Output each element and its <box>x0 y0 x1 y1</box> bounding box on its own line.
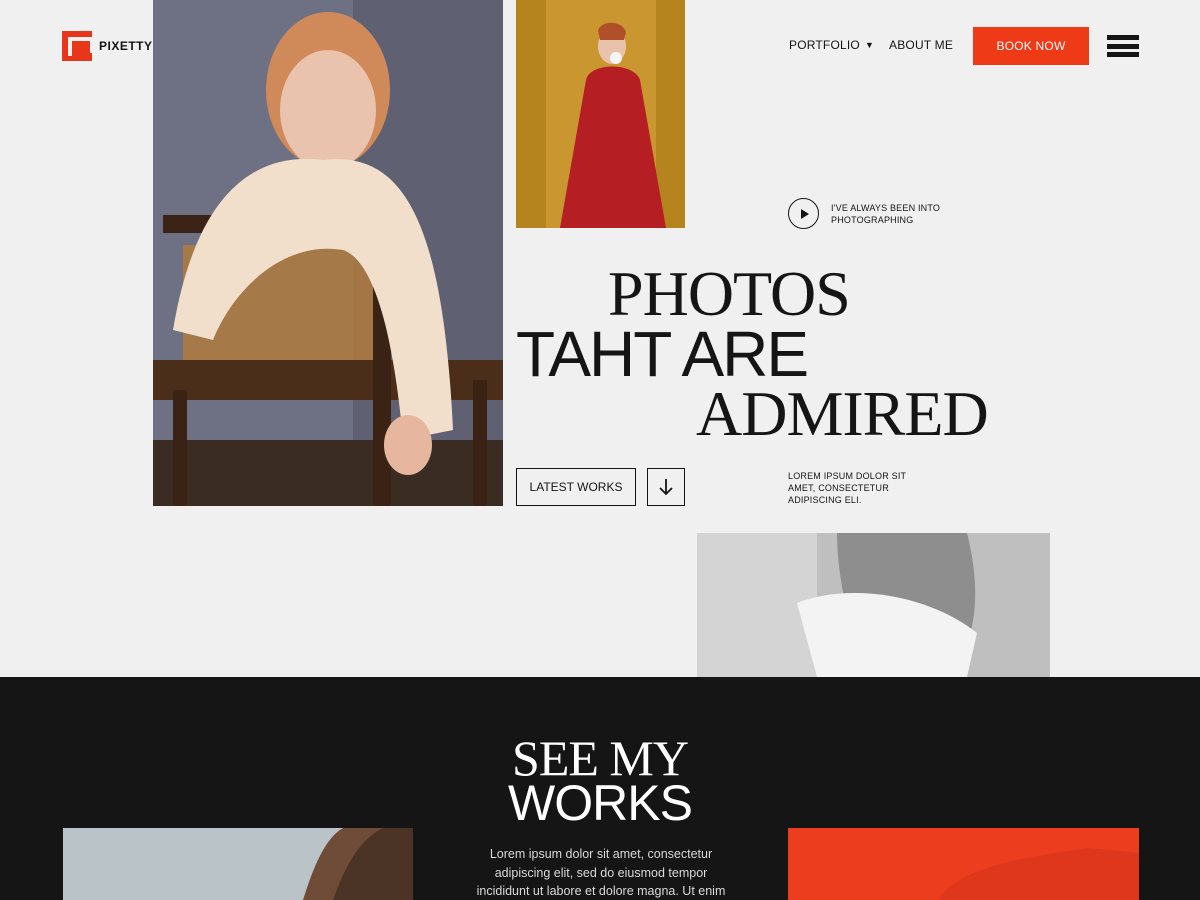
red-dress-art <box>516 0 685 228</box>
hero-side-text: LOREM IPSUM DOLOR SIT AMET, CONSECTETUR … <box>788 471 907 505</box>
logo-icon <box>62 31 94 61</box>
works-title-line-2: WORKS <box>508 775 693 831</box>
work-photo-cliff[interactable] <box>63 828 413 900</box>
nav-portfolio-label: PORTFOLIO <box>789 38 860 52</box>
cliff-art <box>63 828 413 900</box>
logo[interactable]: PIXETTY <box>62 31 153 61</box>
book-now-button[interactable]: BOOK NOW <box>973 27 1089 65</box>
play-button[interactable] <box>788 198 819 229</box>
photo-bw-shoulder <box>697 533 1050 677</box>
caret-down-icon: ▼ <box>864 40 875 50</box>
headline-line-2: TAHT ARE <box>516 318 809 390</box>
work-photo-red[interactable] <box>788 828 1139 900</box>
nav-about[interactable]: ABOUT ME <box>889 38 953 52</box>
brand-name: PIXETTY <box>99 39 153 53</box>
hamburger-icon[interactable] <box>1107 35 1139 57</box>
works-description: Lorem ipsum dolor sit amet, consectetur … <box>476 847 726 898</box>
bw-shoulder-art <box>697 533 1050 677</box>
play-caption: I'VE ALWAYS BEEN INTO PHOTOGRAPHING <box>831 203 941 225</box>
hero-photo-art <box>153 0 503 506</box>
play-icon <box>800 208 809 219</box>
headline-line-1: PHOTOS <box>608 258 851 329</box>
arrow-down-icon <box>659 479 673 496</box>
red-work-art <box>788 828 1139 900</box>
hero-photo-woman-chair <box>153 0 503 506</box>
headline-line-3: ADMIRED <box>696 378 989 449</box>
nav-portfolio[interactable]: PORTFOLIO ▼ <box>789 38 874 52</box>
latest-works-button[interactable]: LATEST WORKS <box>516 468 636 506</box>
scroll-down-button[interactable] <box>647 468 685 506</box>
photo-woman-red-dress <box>516 0 685 228</box>
